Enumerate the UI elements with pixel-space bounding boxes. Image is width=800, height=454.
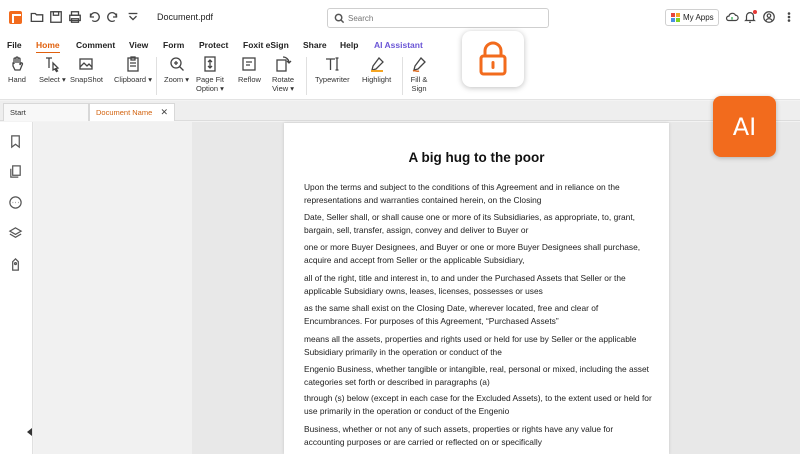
ai-badge[interactable]: AI [713, 96, 776, 157]
document-paragraph: all of the right, title and interest in,… [304, 273, 626, 296]
snapshot-icon [79, 58, 94, 70]
document-filename: Document.pdf [157, 12, 214, 22]
print-icon[interactable] [67, 9, 83, 25]
layers-icon[interactable] [8, 226, 24, 242]
page-fit-icon [204, 56, 216, 72]
reflow-icon [242, 57, 257, 71]
menu-comment[interactable]: Comment [76, 40, 115, 50]
zoom-label: Zoom ▾ [164, 75, 190, 84]
document-page: A big hug to the poor Upon the terms and… [284, 123, 669, 454]
hand-icon [12, 56, 24, 71]
notification-bell-icon[interactable] [743, 10, 757, 24]
reflow-button[interactable]: Reflow [238, 55, 261, 84]
zoom-tool-button[interactable]: Zoom ▾ [164, 55, 189, 84]
fill-sign-label: Fill & Sign [410, 75, 428, 93]
undo-icon[interactable] [86, 9, 102, 25]
my-apps-label: My Apps [683, 13, 714, 22]
zoom-icon [169, 57, 184, 71]
collapse-panel-arrow-icon[interactable] [27, 428, 32, 436]
ribbon-separator [156, 57, 157, 95]
highlight-tool-button[interactable]: Highlight [362, 55, 391, 84]
redo-icon[interactable] [105, 9, 121, 25]
reflow-label: Reflow [238, 75, 261, 84]
menu-help[interactable]: Help [340, 40, 358, 50]
typewriter-label: Typewriter [315, 75, 350, 84]
document-title: A big hug to the poor [408, 150, 545, 165]
menu-ai-assistant[interactable]: AI Assistant [374, 40, 423, 50]
clipboard-label: Clipboard ▾ [114, 75, 152, 84]
menu-form[interactable]: Form [163, 40, 184, 50]
save-icon[interactable] [48, 9, 64, 25]
tab-start-label: Start [10, 108, 26, 117]
rotate-view-button[interactable]: Rotate View ▾ [272, 55, 294, 93]
document-paragraph: Engenio Business, whether tangible or in… [304, 364, 649, 387]
my-apps-button[interactable]: My Apps [665, 9, 719, 26]
bookmark-icon[interactable] [8, 134, 24, 150]
menu-home[interactable]: Home [36, 40, 60, 54]
document-paragraph: Date, Seller shall, or shall cause one o… [304, 212, 635, 235]
menu-bar: File Home Comment View Form Protect Foxi… [0, 36, 800, 54]
more-options-icon[interactable] [782, 10, 796, 24]
page-fit-label: Page Fit Option ▾ [196, 75, 224, 93]
hand-tool-button[interactable]: Hand [8, 55, 26, 84]
hand-label: Hand [8, 75, 26, 84]
clipboard-tool-button[interactable]: Clipboard ▾ [114, 55, 152, 84]
ribbon-separator [402, 57, 403, 95]
fill-sign-icon [412, 57, 426, 72]
search-box[interactable] [327, 8, 549, 28]
page-thumbnails-icon[interactable] [8, 164, 24, 180]
select-cursor-icon [46, 57, 60, 73]
close-tab-icon[interactable]: ✕ [160, 107, 168, 118]
rotate-view-label: Rotate View ▾ [272, 75, 295, 93]
open-folder-icon[interactable] [29, 9, 45, 25]
ribbon-toolbar: Hand Select ▾ SnapShot Clipboard ▾ Zoom … [0, 53, 800, 100]
snapshot-label: SnapShot [70, 75, 103, 84]
title-bar: Document.pdf My Apps [0, 0, 800, 36]
left-navigation-pane [0, 122, 33, 454]
menu-protect[interactable]: Protect [199, 40, 228, 50]
document-paragraph: Upon the terms and subject to the condit… [304, 182, 620, 205]
menu-share[interactable]: Share [303, 40, 327, 50]
tab-document-label: Document Name [96, 108, 153, 117]
highlight-label: Highlight [362, 75, 392, 84]
document-paragraph: one or more Buyer Designees, and Buyer o… [304, 242, 641, 265]
menu-file[interactable]: File [7, 40, 22, 50]
account-icon[interactable] [762, 10, 776, 24]
clipboard-icon [127, 56, 139, 72]
apps-grid-icon [671, 13, 680, 22]
typewriter-icon [326, 57, 339, 71]
highlight-icon [370, 57, 384, 72]
select-label: Select ▾ [39, 75, 66, 84]
navigation-panel-area [34, 122, 192, 454]
lock-icon [479, 41, 507, 76]
document-paragraph: as the same shall exist on the Closing D… [304, 303, 599, 326]
select-tool-button[interactable]: Select ▾ [39, 55, 66, 84]
foxit-logo-icon [9, 11, 22, 24]
page-fit-option-button[interactable]: Page Fit Option ▾ [196, 55, 224, 93]
menu-view[interactable]: View [129, 40, 148, 50]
search-icon [334, 13, 345, 24]
menu-foxit-esign[interactable]: Foxit eSign [243, 40, 289, 50]
cloud-sync-icon[interactable] [725, 10, 739, 24]
attachment-tag-icon[interactable] [8, 257, 24, 273]
rotate-view-icon [276, 56, 292, 72]
document-paragraph: through (s) below (except in each case f… [304, 393, 652, 416]
comments-icon[interactable] [8, 195, 24, 211]
typewriter-tool-button[interactable]: Typewriter [315, 55, 350, 84]
tab-document-name[interactable]: Document Name ✕ [89, 103, 175, 121]
fill-sign-button[interactable]: Fill & Sign [410, 55, 428, 93]
snapshot-tool-button[interactable]: SnapShot [70, 55, 103, 84]
document-tabs: Start Document Name ✕ [0, 101, 800, 121]
customize-dropdown-icon[interactable] [125, 9, 141, 25]
ribbon-separator [306, 57, 307, 95]
document-paragraph: means all the assets, properties and rig… [304, 334, 637, 357]
tab-start[interactable]: Start [3, 103, 89, 121]
lock-overlay [462, 31, 524, 87]
document-paragraph: Business, whether or not any of such ass… [304, 424, 614, 447]
search-input[interactable] [348, 11, 538, 25]
